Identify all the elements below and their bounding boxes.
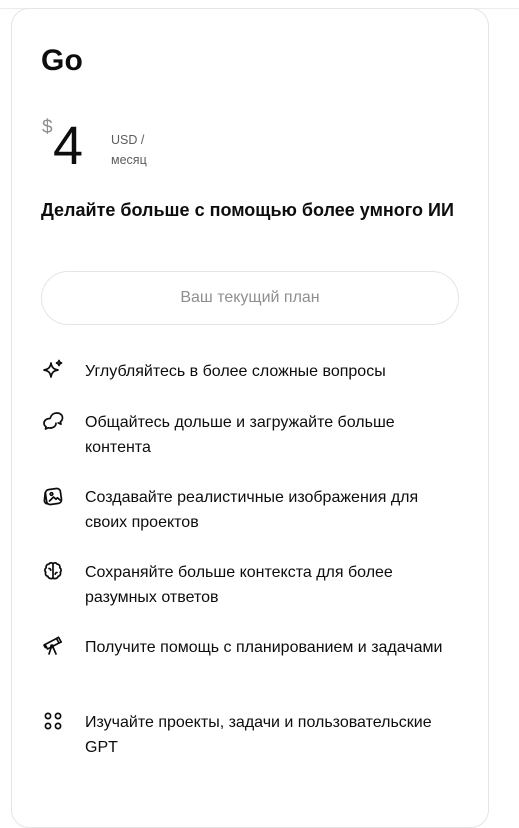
feature-text: Создавайте реалистичные изображения для … [85,489,419,531]
feature-text: Изучайте проекты, задачи и пользовательс… [85,714,432,756]
sparkle-icon [41,358,65,382]
current-plan-button[interactable]: Ваш текущий план [41,271,459,325]
image-gallery-icon [41,484,65,508]
feature-text: Общайтесь дольше и загружайте больше кон… [85,414,395,456]
brain-icon [41,559,65,583]
feature-text: Получите помощь с планированием и задача… [85,639,443,656]
price-unit-period: месяц [111,153,147,167]
currency-symbol: $ [42,117,53,138]
feature-text: Углубляйтесь в более сложные вопросы [85,363,386,380]
feature-text: Сохраняйте больше контекста для более ра… [85,564,393,606]
price-unit-currency: USD / [111,133,145,147]
apps-grid-icon [41,709,65,733]
plan-tagline: Делайте больше с помощью более умного ИИ [41,200,454,220]
plan-price: 4 [53,116,84,176]
price-unit: USD / месяц [111,130,147,170]
telescope-icon [41,634,65,658]
chat-bubbles-icon [41,409,65,433]
plan-name: Go [41,44,84,77]
